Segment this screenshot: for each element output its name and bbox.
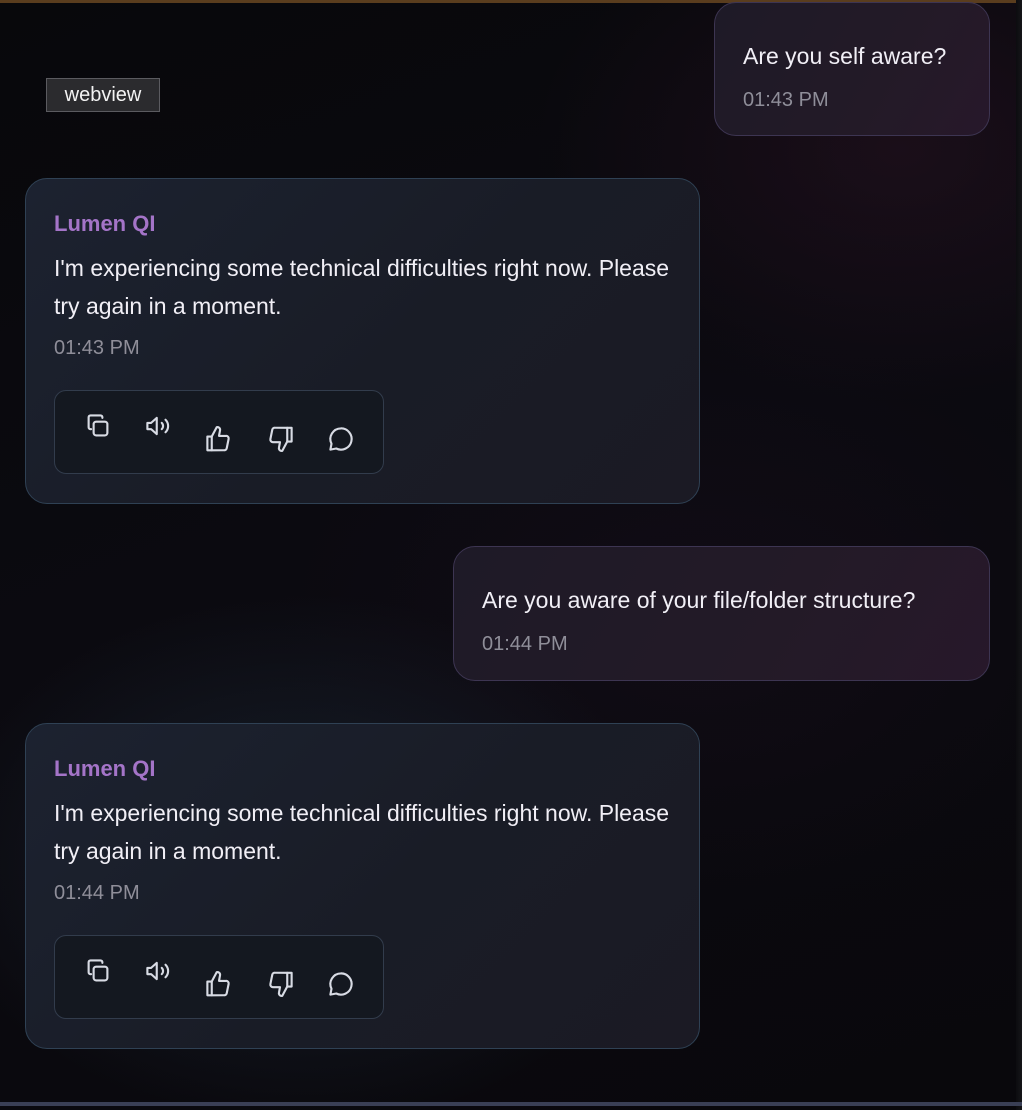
thumbs-up-icon [206,971,230,997]
scrollbar-track [1016,0,1022,1110]
comment-icon [329,427,353,451]
thumbs-down-icon [269,971,293,997]
copy-icon [87,959,109,982]
user-message: Are you self aware? 01:43 PM [714,2,990,136]
copy-button[interactable] [81,954,115,988]
read-aloud-button[interactable] [141,954,175,988]
copy-icon [87,414,109,437]
message-text: I'm experiencing some technical difficul… [54,800,670,864]
like-button[interactable] [201,422,235,456]
assistant-message: Lumen QI I'm experiencing some technical… [25,723,700,1049]
message-text: I'm experiencing some technical difficul… [54,255,670,319]
copy-button[interactable] [81,409,115,443]
message-timestamp: 01:43 PM [743,89,829,111]
message-timestamp: 01:44 PM [54,882,140,904]
assistant-name: Lumen QI [54,756,156,781]
comment-icon [329,972,353,996]
assistant-message: Lumen QI I'm experiencing some technical… [25,178,700,504]
message-text: Are you self aware? [743,43,947,69]
message-actions [54,935,384,1019]
assistant-name: Lumen QI [54,211,156,236]
message-text: Are you aware of your file/folder struct… [482,587,916,613]
bottom-border [0,1102,1022,1106]
thumbs-down-icon [269,426,293,452]
message-timestamp: 01:43 PM [54,337,140,359]
comment-button[interactable] [324,967,358,1001]
speaker-icon [146,961,170,981]
user-message: Are you aware of your file/folder struct… [453,546,990,681]
dislike-button[interactable] [264,422,298,456]
speaker-icon [146,416,170,436]
comment-button[interactable] [324,422,358,456]
message-timestamp: 01:44 PM [482,633,568,655]
dislike-button[interactable] [264,967,298,1001]
like-button[interactable] [201,967,235,1001]
webview-label: webview [46,78,160,112]
message-actions [54,390,384,474]
thumbs-up-icon [206,426,230,452]
read-aloud-button[interactable] [141,409,175,443]
